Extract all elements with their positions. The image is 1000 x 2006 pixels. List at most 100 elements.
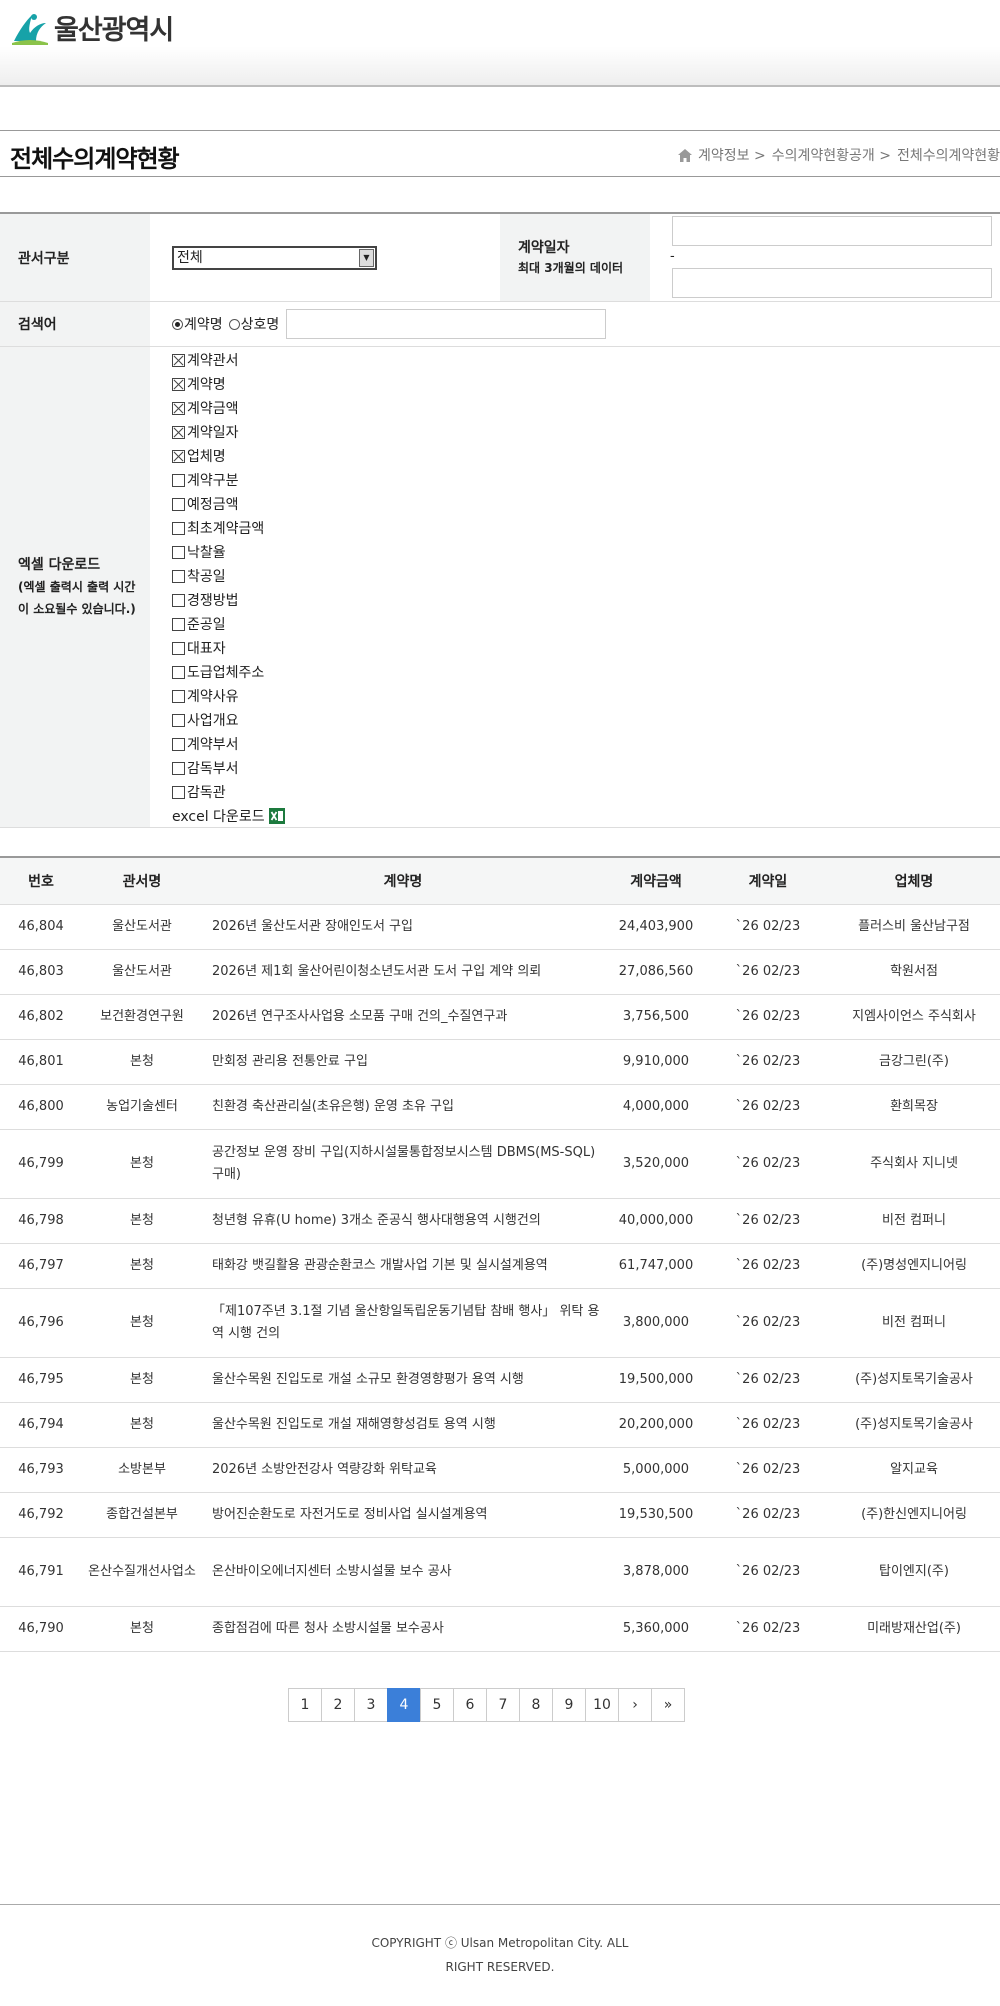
checkbox[interactable] bbox=[172, 570, 185, 583]
cell-contract-name[interactable]: 2026년 제1회 울산어린이청소년도서관 도서 구입 계약 의뢰 bbox=[202, 949, 604, 995]
chevron-down-icon[interactable]: ▼ bbox=[359, 248, 374, 267]
excel-column-option[interactable]: 계약사유 bbox=[172, 685, 285, 709]
checkbox-label[interactable]: 감독부서 bbox=[187, 761, 239, 777]
excel-column-option[interactable]: 대표자 bbox=[172, 637, 285, 661]
checkbox[interactable] bbox=[172, 738, 185, 751]
checkbox[interactable] bbox=[172, 522, 185, 535]
checkbox[interactable] bbox=[172, 426, 185, 439]
radio-contract-label[interactable]: 계약명 bbox=[184, 314, 223, 334]
excel-column-option[interactable]: 계약일자 bbox=[172, 421, 285, 445]
start-date-input[interactable] bbox=[672, 216, 992, 246]
excel-column-option[interactable]: 예정금액 bbox=[172, 493, 285, 517]
checkbox-label[interactable]: 경쟁방법 bbox=[187, 593, 239, 609]
radio-company-label[interactable]: 상호명 bbox=[241, 314, 280, 334]
page-link[interactable]: 9 bbox=[552, 1688, 586, 1722]
table-row[interactable]: 46,800 농업기술센터 친환경 축산관리실(초유은행) 운영 초유 구입 4,00… bbox=[0, 1084, 1000, 1130]
cell-contract-name[interactable]: 2026년 울산도서관 장애인도서 구입 bbox=[202, 904, 604, 950]
page-link[interactable]: 8 bbox=[519, 1688, 553, 1722]
cell-contract-name[interactable]: 태화강 뱃길활용 관광순환코스 개발사업 기본 및 실시설계용역 bbox=[202, 1243, 604, 1289]
excel-column-option[interactable]: 최초계약금액 bbox=[172, 517, 285, 541]
checkbox[interactable] bbox=[172, 354, 185, 367]
radio-company-name[interactable] bbox=[228, 318, 240, 330]
checkbox[interactable] bbox=[172, 450, 185, 463]
cell-contract-name[interactable]: 온산바이오에너지센터 소방시설물 보수 공사 bbox=[202, 1537, 604, 1607]
page-link[interactable]: 1 bbox=[288, 1688, 322, 1722]
table-row[interactable]: 46,804 울산도서관 2026년 울산도서관 장애인도서 구입 24,403,90… bbox=[0, 904, 1000, 950]
checkbox[interactable] bbox=[172, 498, 185, 511]
checkbox-label[interactable]: 사업개요 bbox=[187, 713, 239, 729]
checkbox[interactable] bbox=[172, 546, 185, 559]
checkbox[interactable] bbox=[172, 666, 185, 679]
checkbox-label[interactable]: 계약명 bbox=[187, 377, 226, 393]
checkbox[interactable] bbox=[172, 402, 185, 415]
checkbox[interactable] bbox=[172, 378, 185, 391]
checkbox-label[interactable]: 업체명 bbox=[187, 449, 226, 465]
excel-column-option[interactable]: 경쟁방법 bbox=[172, 589, 285, 613]
excel-column-option[interactable]: 계약관서 bbox=[172, 349, 285, 373]
cell-contract-name[interactable]: 공간정보 운영 장비 구입(지하시설물통합정보시스템 DBMS(MS-SQL) … bbox=[202, 1129, 604, 1199]
breadcrumb-contract-info[interactable]: 계약정보 > bbox=[698, 145, 766, 165]
checkbox-label[interactable]: 낙찰율 bbox=[187, 545, 226, 561]
cell-contract-name[interactable]: 울산수목원 진입도로 개설 소규모 환경영향평가 용역 시행 bbox=[202, 1357, 604, 1403]
excel-icon[interactable] bbox=[269, 808, 286, 824]
checkbox-label[interactable]: 계약일자 bbox=[187, 425, 239, 441]
cell-contract-name[interactable]: 2026년 연구조사사업용 소모품 구매 건의_수질연구과 bbox=[202, 994, 604, 1040]
page-link[interactable]: 7 bbox=[486, 1688, 520, 1722]
page-link[interactable]: 4 bbox=[387, 1688, 421, 1722]
checkbox-label[interactable]: 대표자 bbox=[187, 641, 226, 657]
checkbox[interactable] bbox=[172, 714, 185, 727]
table-row[interactable]: 46,798 본청 청년형 유휴(U home) 3개소 준공식 행사대행용역 시행… bbox=[0, 1198, 1000, 1244]
table-row[interactable]: 46,796 본청 「제107주년 3.1절 기념 울산항일독립운동기념탑 참배 행… bbox=[0, 1288, 1000, 1358]
checkbox-label[interactable]: 계약부서 bbox=[187, 737, 239, 753]
checkbox[interactable] bbox=[172, 594, 185, 607]
excel-column-option[interactable]: 도급업체주소 bbox=[172, 661, 285, 685]
excel-column-option[interactable]: 계약부서 bbox=[172, 733, 285, 757]
cell-contract-name[interactable]: 2026년 소방안전강사 역량강화 위탁교육 bbox=[202, 1447, 604, 1493]
checkbox-label[interactable]: 착공일 bbox=[187, 569, 226, 585]
breadcrumb-private-contract[interactable]: 수의계약현황공개 > bbox=[772, 145, 891, 165]
table-row[interactable]: 46,792 종합건설본부 방어진순환도로 자전거도로 정비사업 실시설계용역 19,… bbox=[0, 1492, 1000, 1538]
cell-contract-name[interactable]: 「제107주년 3.1절 기념 울산항일독립운동기념탑 참배 행사」 위탁 용역… bbox=[202, 1288, 604, 1358]
cell-contract-name[interactable]: 친환경 축산관리실(초유은행) 운영 초유 구입 bbox=[202, 1084, 604, 1130]
page-link[interactable]: 10 bbox=[585, 1688, 619, 1722]
checkbox-label[interactable]: 감독관 bbox=[187, 785, 226, 801]
table-row[interactable]: 46,794 본청 울산수목원 진입도로 개설 재해영향성검토 용역 시행 20,20… bbox=[0, 1402, 1000, 1448]
page-link[interactable]: 3 bbox=[354, 1688, 388, 1722]
table-row[interactable]: 46,790 본청 종합점검에 따른 청사 소방시설물 보수공사 5,360,000 `… bbox=[0, 1606, 1000, 1652]
excel-column-option[interactable]: 감독관 bbox=[172, 781, 285, 805]
checkbox[interactable] bbox=[172, 474, 185, 487]
checkbox[interactable] bbox=[172, 786, 185, 799]
checkbox[interactable] bbox=[172, 762, 185, 775]
page-link[interactable]: 2 bbox=[321, 1688, 355, 1722]
checkbox[interactable] bbox=[172, 690, 185, 703]
excel-column-option[interactable]: 계약명 bbox=[172, 373, 285, 397]
home-icon[interactable] bbox=[678, 148, 693, 162]
agency-select[interactable]: 전체 ▼ bbox=[172, 245, 377, 270]
page-link[interactable]: 5 bbox=[420, 1688, 454, 1722]
cell-contract-name[interactable]: 만회정 관리용 전통안료 구입 bbox=[202, 1039, 604, 1085]
checkbox-label[interactable]: 계약관서 bbox=[187, 353, 239, 369]
excel-column-option[interactable]: 감독부서 bbox=[172, 757, 285, 781]
keyword-input[interactable] bbox=[286, 309, 607, 339]
radio-contract-name[interactable] bbox=[172, 318, 183, 330]
excel-download-text[interactable]: excel 다운로드 bbox=[172, 809, 265, 825]
table-row[interactable]: 46,791 온산수질개선사업소 온산바이오에너지센터 소방시설물 보수 공사 3,8… bbox=[0, 1537, 1000, 1607]
excel-column-option[interactable]: 사업개요 bbox=[172, 709, 285, 733]
end-date-input[interactable] bbox=[672, 268, 992, 298]
next-page-icon[interactable]: › bbox=[618, 1688, 652, 1722]
checkbox-label[interactable]: 계약금액 bbox=[187, 401, 239, 417]
checkbox-label[interactable]: 도급업체주소 bbox=[187, 665, 264, 681]
excel-column-option[interactable]: 계약구분 bbox=[172, 469, 285, 493]
last-page-icon[interactable]: » bbox=[651, 1688, 685, 1722]
excel-column-option[interactable]: 업체명 bbox=[172, 445, 285, 469]
checkbox-label[interactable]: 계약사유 bbox=[187, 689, 239, 705]
table-row[interactable]: 46,801 본청 만회정 관리용 전통안료 구입 9,910,000 `26 02/2… bbox=[0, 1039, 1000, 1085]
excel-download-link[interactable]: excel 다운로드 bbox=[172, 805, 286, 829]
site-logo[interactable]: 울산광역시 bbox=[10, 8, 174, 47]
page-link[interactable]: 6 bbox=[453, 1688, 487, 1722]
cell-contract-name[interactable]: 청년형 유휴(U home) 3개소 준공식 행사대행용역 시행건의 bbox=[202, 1198, 604, 1244]
checkbox[interactable] bbox=[172, 618, 185, 631]
checkbox-label[interactable]: 준공일 bbox=[187, 617, 226, 633]
table-row[interactable]: 46,802 보건환경연구원 2026년 연구조사사업용 소모품 구매 건의_수질연… bbox=[0, 994, 1000, 1040]
table-row[interactable]: 46,793 소방본부 2026년 소방안전강사 역량강화 위탁교육 5,000,00… bbox=[0, 1447, 1000, 1493]
